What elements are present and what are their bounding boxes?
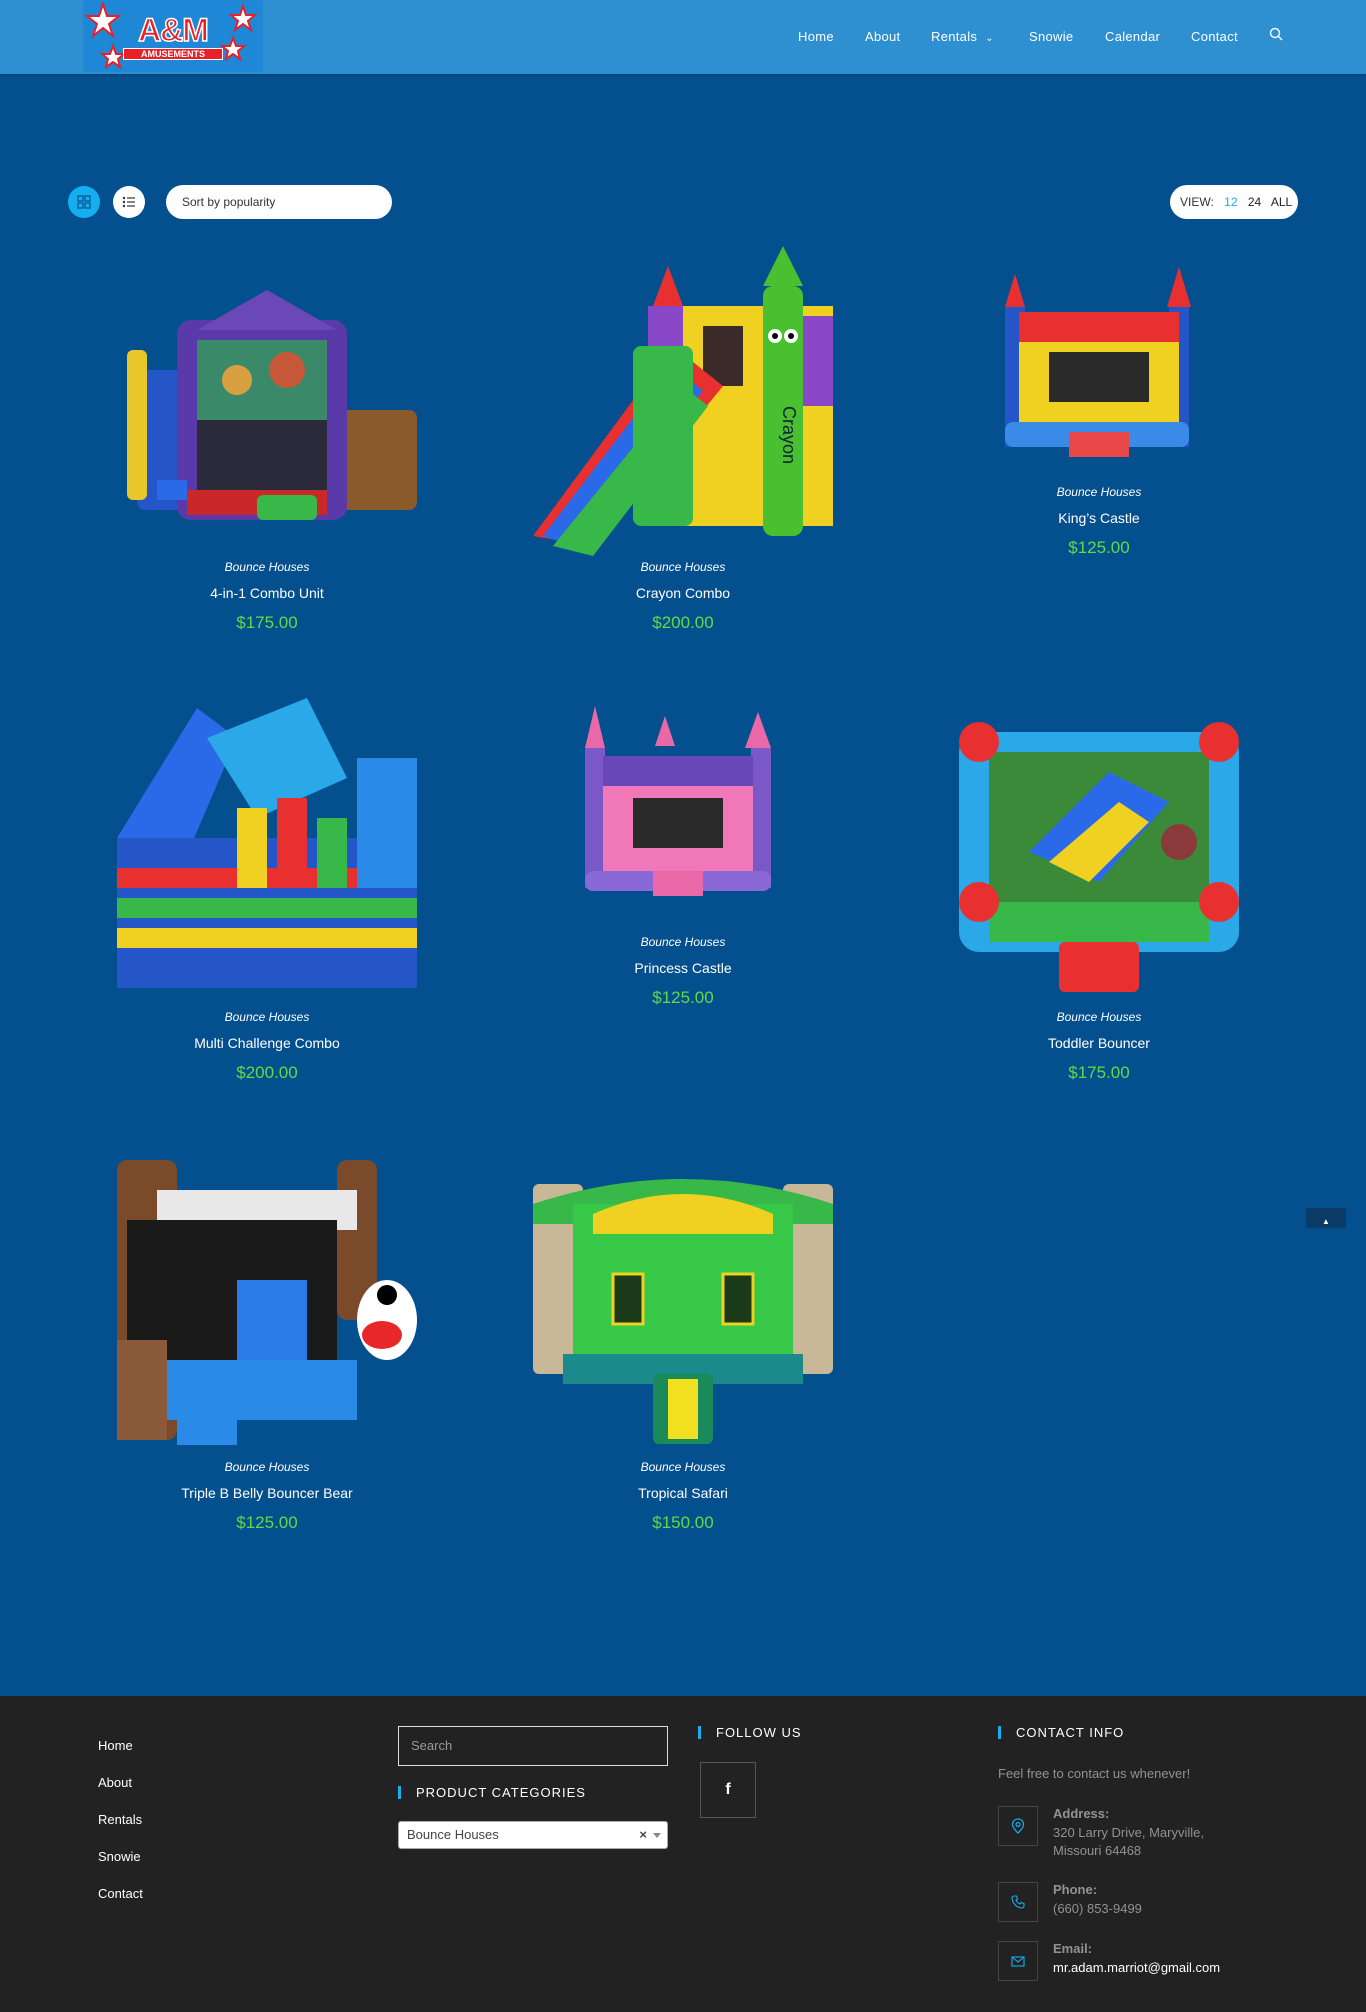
product-category[interactable]: Bounce Houses bbox=[533, 560, 833, 574]
product-card[interactable]: Bounce Houses Princess Castle $125.00 bbox=[533, 706, 833, 1008]
product-category[interactable]: Bounce Houses bbox=[117, 1010, 417, 1024]
nav-rentals[interactable]: Rentals ⌄ bbox=[931, 29, 994, 44]
per-page-selector: VIEW: 12 24 ALL bbox=[1170, 185, 1298, 219]
footer-link-about[interactable]: About bbox=[98, 1775, 132, 1790]
product-title[interactable]: Princess Castle bbox=[533, 960, 833, 976]
product-image[interactable]: Crayon bbox=[533, 246, 833, 560]
chevron-down-icon: ⌄ bbox=[985, 33, 994, 44]
footer-search-input[interactable]: Search bbox=[398, 1726, 668, 1766]
grid-view-button[interactable] bbox=[68, 186, 100, 218]
search-icon[interactable] bbox=[1269, 27, 1283, 44]
logo-sub-text: AMUSEMENTS bbox=[123, 48, 223, 60]
phone-label: Phone: bbox=[1053, 1882, 1098, 1897]
product-card[interactable]: Bounce Houses King’s Castle $125.00 bbox=[949, 262, 1249, 558]
email-label: Email: bbox=[1053, 1941, 1093, 1956]
facebook-icon[interactable]: f bbox=[700, 1762, 756, 1818]
email-link[interactable]: mr.adam.marriot@gmail.com bbox=[1053, 1959, 1220, 1977]
footer-link-home[interactable]: Home bbox=[98, 1738, 133, 1753]
product-card[interactable]: Bounce Houses Toddler Bouncer $175.00 bbox=[949, 712, 1249, 1083]
product-category-select[interactable]: Bounce Houses × bbox=[398, 1821, 668, 1849]
product-card[interactable]: Bounce Houses 4-in-1 Combo Unit $175.00 bbox=[117, 290, 417, 633]
product-title[interactable]: Multi Challenge Combo bbox=[117, 1035, 417, 1051]
product-image[interactable] bbox=[117, 1160, 417, 1460]
phone-icon bbox=[998, 1882, 1038, 1922]
view-option-12[interactable]: 12 bbox=[1224, 195, 1237, 209]
product-category[interactable]: Bounce Houses bbox=[533, 935, 833, 949]
address-value: 320 Larry Drive, Maryville, Missouri 644… bbox=[1053, 1824, 1204, 1860]
site-footer: Home About Rentals Snowie Contact Search… bbox=[0, 1696, 1366, 2012]
product-price: $175.00 bbox=[1068, 1063, 1130, 1082]
product-title[interactable]: Toddler Bouncer bbox=[949, 1035, 1249, 1051]
nav-snowie[interactable]: Snowie bbox=[1029, 29, 1073, 44]
view-label: VIEW: bbox=[1180, 195, 1214, 209]
product-image[interactable] bbox=[533, 706, 833, 935]
clear-selection-icon[interactable]: × bbox=[639, 1822, 647, 1848]
product-price: $175.00 bbox=[236, 613, 298, 632]
address-line-2: Missouri 64468 bbox=[1053, 1843, 1142, 1858]
nav-rentals-label: Rentals bbox=[931, 29, 978, 44]
product-card[interactable]: Bounce Houses Triple B Belly Bouncer Bea… bbox=[117, 1160, 417, 1533]
nav-about[interactable]: About bbox=[865, 29, 900, 44]
product-price: $200.00 bbox=[652, 613, 714, 632]
scroll-top-button[interactable]: ▲ bbox=[1306, 1208, 1346, 1228]
product-price: $125.00 bbox=[652, 988, 714, 1007]
product-category[interactable]: Bounce Houses bbox=[117, 1460, 417, 1474]
product-price: $125.00 bbox=[1068, 538, 1130, 557]
phone-value[interactable]: (660) 853-9499 bbox=[1053, 1900, 1142, 1918]
product-title[interactable]: King’s Castle bbox=[949, 510, 1249, 526]
product-price: $200.00 bbox=[236, 1063, 298, 1082]
grid-icon bbox=[77, 195, 91, 209]
product-image[interactable] bbox=[949, 262, 1249, 485]
site-header: A&M AMUSEMENTS Home About Rentals ⌄ Snowi… bbox=[0, 0, 1366, 74]
location-pin-icon bbox=[998, 1806, 1038, 1846]
footer-link-rentals[interactable]: Rentals bbox=[98, 1812, 142, 1827]
product-category[interactable]: Bounce Houses bbox=[117, 560, 417, 574]
footer-link-contact[interactable]: Contact bbox=[98, 1886, 143, 1901]
footer-link-snowie[interactable]: Snowie bbox=[98, 1849, 141, 1864]
product-category[interactable]: Bounce Houses bbox=[949, 1010, 1249, 1024]
sort-select[interactable]: Sort by popularity bbox=[166, 185, 392, 219]
site-logo[interactable]: A&M AMUSEMENTS bbox=[83, 0, 263, 72]
product-title[interactable]: 4-in-1 Combo Unit bbox=[117, 585, 417, 601]
contact-info-heading: CONTACT INFO bbox=[998, 1726, 1124, 1739]
list-icon bbox=[122, 196, 135, 208]
chevron-up-icon: ▲ bbox=[1322, 1217, 1330, 1226]
product-image[interactable] bbox=[117, 698, 417, 1010]
product-category[interactable]: Bounce Houses bbox=[533, 1460, 833, 1474]
contact-lead-text: Feel free to contact us whenever! bbox=[998, 1766, 1191, 1781]
product-image[interactable] bbox=[533, 1174, 833, 1460]
product-card[interactable]: Bounce Houses Tropical Safari $150.00 bbox=[533, 1174, 833, 1533]
product-image[interactable] bbox=[949, 712, 1249, 1010]
nav-calendar[interactable]: Calendar bbox=[1105, 29, 1160, 44]
address-label: Address: bbox=[1053, 1806, 1110, 1821]
product-categories-heading: PRODUCT CATEGORIES bbox=[398, 1786, 586, 1799]
facebook-glyph: f bbox=[725, 1781, 731, 1798]
logo-main-text: A&M bbox=[137, 11, 209, 49]
dropdown-arrow-icon bbox=[653, 1833, 661, 1838]
view-option-24[interactable]: 24 bbox=[1248, 195, 1261, 209]
product-price: $125.00 bbox=[236, 1513, 298, 1532]
view-option-all[interactable]: ALL bbox=[1271, 195, 1292, 209]
product-title[interactable]: Crayon Combo bbox=[533, 585, 833, 601]
product-category[interactable]: Bounce Houses bbox=[949, 485, 1249, 499]
nav-contact[interactable]: Contact bbox=[1191, 29, 1238, 44]
product-price: $150.00 bbox=[652, 1513, 714, 1532]
product-title[interactable]: Triple B Belly Bouncer Bear bbox=[117, 1485, 417, 1501]
product-card[interactable]: Bounce Houses Multi Challenge Combo $200… bbox=[117, 698, 417, 1083]
address-line-1: 320 Larry Drive, Maryville, bbox=[1053, 1825, 1204, 1840]
list-view-button[interactable] bbox=[113, 186, 145, 218]
product-title[interactable]: Tropical Safari bbox=[533, 1485, 833, 1501]
crayon-image-text: Crayon bbox=[779, 406, 799, 464]
follow-us-heading: FOLLOW US bbox=[698, 1726, 802, 1739]
product-image[interactable] bbox=[117, 290, 417, 560]
envelope-icon bbox=[998, 1941, 1038, 1981]
nav-home[interactable]: Home bbox=[798, 29, 834, 44]
category-selected-value: Bounce Houses bbox=[407, 1827, 499, 1842]
product-card[interactable]: Crayon Bounce Houses Crayon Combo $200.0… bbox=[533, 246, 833, 633]
